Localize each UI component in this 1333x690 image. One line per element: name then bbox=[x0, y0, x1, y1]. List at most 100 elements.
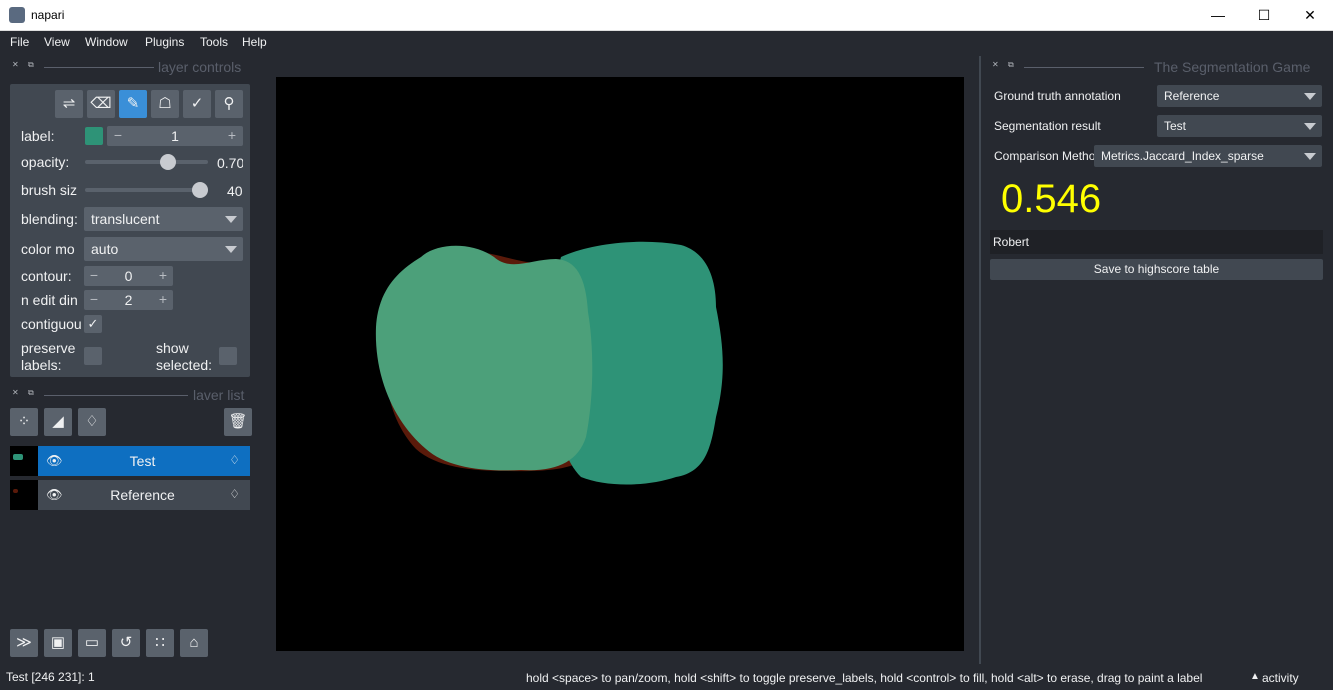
title-bar: napari — ☐ ✕ bbox=[0, 0, 1333, 31]
show-selected-label: show selected: bbox=[156, 340, 213, 373]
n-edit-dim-spinbox[interactable]: − 2 + bbox=[84, 290, 173, 310]
grid-icon: ∷ bbox=[155, 634, 165, 651]
grid-button[interactable]: ∷ bbox=[146, 629, 174, 657]
eye-icon[interactable]: 👁 bbox=[46, 487, 63, 503]
layer-list-header: ✕ ⧉ laver list bbox=[10, 387, 250, 405]
increment-icon[interactable]: + bbox=[225, 127, 239, 143]
segmentation-result-value: Test bbox=[1164, 119, 1187, 133]
ndisplay-button[interactable]: ▣ bbox=[44, 629, 72, 657]
window-title: napari bbox=[31, 8, 65, 22]
status-coordinates: Test [246 231]: 1 bbox=[6, 670, 95, 684]
layer-name: Reference bbox=[110, 487, 175, 503]
segmentation-result-dropdown[interactable]: Test bbox=[1157, 115, 1322, 137]
color-mode-label: color mo bbox=[21, 241, 75, 257]
rotate-icon: ↺ bbox=[119, 634, 133, 651]
float-dock-icon[interactable]: ⧉ bbox=[28, 389, 36, 397]
segmentation-result-label: Segmentation result bbox=[994, 119, 1101, 133]
menu-window[interactable]: Window bbox=[85, 35, 128, 49]
ground-truth-label: Ground truth annotation bbox=[994, 89, 1121, 103]
activity-button[interactable]: activity bbox=[1262, 671, 1299, 685]
pick-button[interactable]: ✓ bbox=[183, 90, 211, 118]
shuffle-colors-button[interactable]: ⇌ bbox=[55, 90, 83, 118]
layer-row-test[interactable]: 👁 Test ♢ bbox=[10, 446, 250, 476]
menu-tools[interactable]: Tools bbox=[200, 35, 228, 49]
show-selected-checkbox[interactable] bbox=[219, 347, 237, 365]
new-labels-layer-button[interactable]: ♢ bbox=[78, 408, 106, 436]
eye-icon[interactable]: 👁 bbox=[46, 453, 63, 469]
brush-size-label: brush siz bbox=[21, 182, 78, 198]
zoom-icon: ⚲ bbox=[223, 95, 235, 112]
layer-thumbnail bbox=[10, 446, 38, 476]
label-tag-icon: ♢ bbox=[85, 413, 99, 430]
delete-layer-button[interactable]: 🗑 bbox=[224, 408, 252, 436]
menu-help[interactable]: Help bbox=[242, 35, 267, 49]
player-name-input[interactable]: Robert bbox=[990, 230, 1323, 254]
chevron-down-icon bbox=[225, 216, 237, 223]
close-dock-icon[interactable]: ✕ bbox=[12, 61, 20, 69]
ground-truth-value: Reference bbox=[1164, 89, 1220, 103]
n-edit-dim-label: n edit din bbox=[21, 292, 78, 308]
new-shapes-layer-button[interactable]: ◢ bbox=[44, 408, 72, 436]
maximize-button[interactable]: ☐ bbox=[1241, 0, 1287, 31]
menu-plugins[interactable]: Plugins bbox=[145, 35, 184, 49]
blending-dropdown[interactable]: translucent bbox=[84, 207, 243, 231]
contiguous-checkbox[interactable]: ✓ bbox=[84, 315, 102, 333]
shuffle-icon: ⇌ bbox=[62, 95, 76, 112]
close-dock-icon[interactable]: ✕ bbox=[12, 389, 20, 397]
layer-row-reference[interactable]: 👁 Reference ♢ bbox=[10, 480, 250, 510]
layer-name: Test bbox=[129, 453, 156, 469]
opacity-label: opacity: bbox=[21, 154, 70, 170]
minimize-button[interactable]: — bbox=[1195, 0, 1241, 31]
menu-file[interactable]: File bbox=[10, 35, 29, 49]
preserve-labels-checkbox[interactable] bbox=[84, 347, 102, 365]
fill-bucket-icon: ☖ bbox=[158, 95, 172, 112]
opacity-slider-handle[interactable] bbox=[159, 154, 176, 170]
comparison-method-value: Metrics.Jaccard_Index_sparse bbox=[1101, 149, 1264, 163]
comparison-method-dropdown[interactable]: Metrics.Jaccard_Index_sparse bbox=[1094, 145, 1322, 167]
paint-button[interactable]: ✎ bbox=[119, 90, 147, 118]
save-highscore-button[interactable]: Save to highscore table bbox=[990, 259, 1323, 280]
ground-truth-dropdown[interactable]: Reference bbox=[1157, 85, 1322, 107]
opacity-slider-track[interactable] bbox=[85, 160, 208, 164]
segmentation-image[interactable] bbox=[276, 77, 964, 651]
transpose-button[interactable]: ↺ bbox=[112, 629, 140, 657]
label-label: label: bbox=[21, 128, 55, 144]
contour-spinbox[interactable]: − 0 + bbox=[84, 266, 173, 286]
preserve-labels-label: preserve labels: bbox=[21, 340, 76, 373]
header-line bbox=[44, 67, 154, 68]
roll-dims-button[interactable]: ▭ bbox=[78, 629, 106, 657]
float-dock-icon[interactable]: ⧉ bbox=[1008, 61, 1016, 69]
close-dock-icon[interactable]: ✕ bbox=[992, 61, 1000, 69]
float-dock-icon[interactable]: ⧉ bbox=[28, 61, 36, 69]
console-button[interactable]: ≫ bbox=[10, 629, 38, 657]
contiguous-label: contiguou bbox=[21, 316, 81, 332]
checkmark-icon: ✓ bbox=[87, 316, 99, 331]
label-spinbox[interactable]: − 1 + bbox=[107, 126, 243, 146]
header-line bbox=[1024, 67, 1144, 68]
label-color-swatch[interactable] bbox=[85, 127, 103, 145]
chevron-down-icon bbox=[225, 246, 237, 253]
brush-size-slider-handle[interactable] bbox=[192, 182, 208, 198]
viewer-canvas[interactable] bbox=[276, 77, 964, 651]
chevron-down-icon bbox=[1304, 153, 1316, 160]
fill-button[interactable]: ☖ bbox=[151, 90, 179, 118]
contour-label: contour: bbox=[21, 268, 72, 284]
menu-bar: File View Window Plugins Tools Help bbox=[0, 31, 1333, 54]
layer-controls-title: layer controls bbox=[158, 59, 242, 75]
erase-button[interactable]: ⌫ bbox=[87, 90, 115, 118]
color-mode-dropdown[interactable]: auto bbox=[84, 237, 243, 261]
score-display: 0.546 bbox=[1001, 177, 1102, 221]
dock-splitter[interactable] bbox=[979, 56, 981, 664]
paintbrush-icon: ✎ bbox=[126, 95, 140, 112]
napari-app-icon bbox=[9, 7, 25, 23]
increment-icon[interactable]: + bbox=[156, 267, 170, 283]
blending-value: translucent bbox=[91, 211, 160, 227]
blending-label: blending: bbox=[21, 211, 78, 227]
brush-size-slider-track[interactable] bbox=[85, 188, 208, 192]
pan-zoom-button[interactable]: ⚲ bbox=[215, 90, 243, 118]
new-points-layer-button[interactable]: ⁘ bbox=[10, 408, 38, 436]
home-button[interactable]: ⌂ bbox=[180, 629, 208, 657]
close-button[interactable]: ✕ bbox=[1287, 0, 1333, 31]
menu-view[interactable]: View bbox=[44, 35, 70, 49]
increment-icon[interactable]: + bbox=[156, 291, 170, 307]
